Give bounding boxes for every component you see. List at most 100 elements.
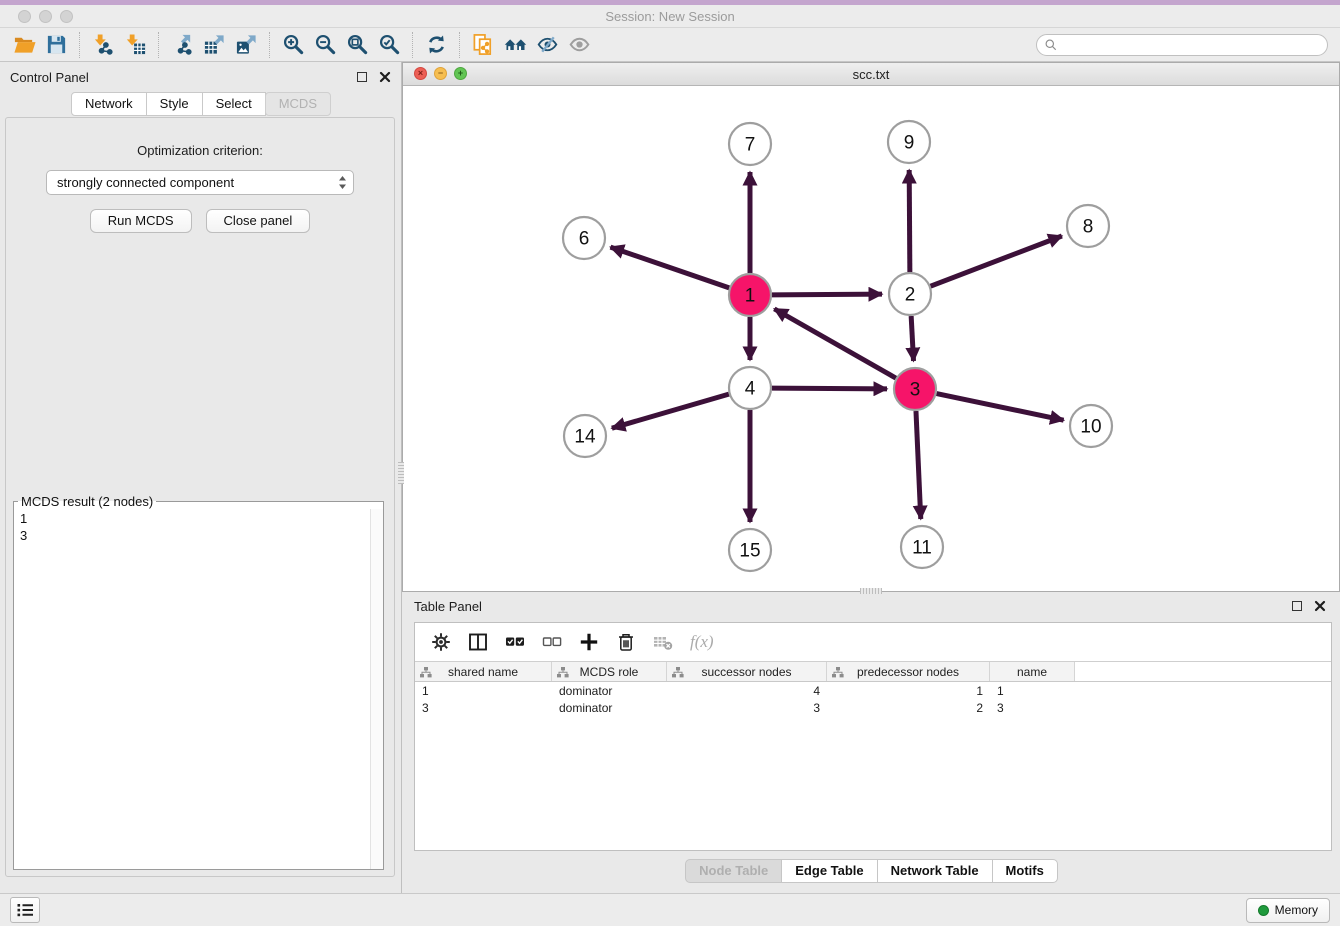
save-button[interactable] — [40, 31, 72, 59]
table-cell[interactable]: 2 — [827, 701, 990, 715]
table-tabs: Node TableEdge TableNetwork TableMotifs — [402, 859, 1340, 883]
gear-button[interactable] — [431, 630, 451, 654]
zoom-fit-button[interactable] — [341, 31, 373, 59]
export-image-button[interactable] — [230, 31, 262, 59]
edge-4-3[interactable] — [772, 388, 887, 389]
edge-1-2[interactable] — [772, 294, 882, 295]
node-2[interactable]: 2 — [889, 273, 931, 315]
column-header-MCDS-role[interactable]: MCDS role — [552, 662, 667, 681]
import-table-button[interactable] — [119, 31, 151, 59]
table-panel: Table Panel f(x) shared nameMCDS rolesuc… — [402, 592, 1340, 893]
maximize-window-button[interactable] — [60, 10, 73, 23]
edge-2-8[interactable] — [931, 236, 1062, 286]
control-panel: Control Panel NetworkStyleSelectMCDS Opt… — [0, 62, 402, 893]
svg-text:8: 8 — [1083, 217, 1094, 238]
table-cell[interactable]: 1 — [415, 684, 552, 698]
edge-2-9[interactable] — [909, 170, 910, 272]
table-row[interactable]: 1dominator411 — [415, 682, 1331, 699]
task-history-button[interactable] — [10, 897, 40, 923]
table-cell[interactable]: dominator — [552, 684, 667, 698]
node-9[interactable]: 9 — [888, 121, 930, 163]
node-1[interactable]: 1 — [729, 274, 771, 316]
refresh-button[interactable] — [420, 31, 452, 59]
tab-network-table[interactable]: Network Table — [877, 859, 993, 883]
network-maximize-button[interactable]: + — [454, 67, 467, 80]
edge-3-1[interactable] — [774, 309, 896, 378]
edge-3-11[interactable] — [916, 411, 921, 519]
tab-style[interactable]: Style — [146, 92, 203, 116]
import-network-button[interactable] — [87, 31, 119, 59]
edge-2-3[interactable] — [911, 316, 913, 361]
table-cell[interactable]: 1 — [990, 684, 1075, 698]
export-network-button[interactable] — [166, 31, 198, 59]
table-cell[interactable]: 3 — [990, 701, 1075, 715]
table-cell[interactable]: dominator — [552, 701, 667, 715]
node-4[interactable]: 4 — [729, 367, 771, 409]
tab-network[interactable]: Network — [71, 92, 147, 116]
tab-node-table[interactable]: Node Table — [685, 859, 782, 883]
network-close-button[interactable]: × — [414, 67, 427, 80]
node-14[interactable]: 14 — [564, 415, 606, 457]
search-input[interactable] — [1036, 34, 1328, 56]
zoom-in-button[interactable] — [277, 31, 309, 59]
close-window-button[interactable] — [18, 10, 31, 23]
node-6[interactable]: 6 — [563, 217, 605, 259]
table-cell[interactable]: 4 — [667, 684, 827, 698]
hide-network-button[interactable] — [531, 31, 563, 59]
split-divider-vertical[interactable] — [398, 462, 404, 484]
close-panel-button[interactable]: Close panel — [206, 209, 311, 233]
show-network-button[interactable] — [563, 31, 595, 59]
run-mcds-button[interactable]: Run MCDS — [90, 209, 192, 233]
zoom-selected-button[interactable] — [373, 31, 405, 59]
network-minimize-button[interactable]: − — [434, 67, 447, 80]
homes-button[interactable] — [499, 31, 531, 59]
delete-table-button[interactable] — [653, 630, 673, 654]
node-3[interactable]: 3 — [894, 368, 936, 410]
criterion-select[interactable]: strongly connected component — [46, 170, 354, 195]
list-icon — [15, 900, 35, 920]
tab-select[interactable]: Select — [202, 92, 266, 116]
close-panel-icon[interactable] — [379, 71, 391, 83]
memory-button[interactable]: Memory — [1246, 898, 1330, 923]
tab-motifs[interactable]: Motifs — [992, 859, 1058, 883]
table-cell[interactable]: 1 — [827, 684, 990, 698]
edge-3-10[interactable] — [937, 394, 1064, 421]
zoom-out-button[interactable] — [309, 31, 341, 59]
open-folder-button[interactable] — [8, 31, 40, 59]
float-panel-icon[interactable] — [357, 72, 367, 82]
float-table-panel-icon[interactable] — [1292, 601, 1302, 611]
node-10[interactable]: 10 — [1070, 405, 1112, 447]
edge-4-14[interactable] — [612, 394, 729, 428]
minimize-window-button[interactable] — [39, 10, 52, 23]
node-15[interactable]: 15 — [729, 529, 771, 571]
node-7[interactable]: 7 — [729, 123, 771, 165]
select-all-button[interactable] — [505, 630, 525, 654]
edge-1-6[interactable] — [610, 247, 729, 288]
split-divider-horizontal[interactable] — [860, 588, 882, 594]
node-8[interactable]: 8 — [1067, 205, 1109, 247]
tab-edge-table[interactable]: Edge Table — [781, 859, 877, 883]
toolbar-separator — [459, 32, 460, 58]
network-canvas[interactable]: 7 9 6 8 1 2 4 3 14 10 15 11 — [403, 86, 1339, 591]
result-scrollbar[interactable] — [370, 509, 383, 869]
column-header-name[interactable]: name — [990, 662, 1075, 681]
svg-text:15: 15 — [739, 541, 760, 562]
table-row[interactable]: 3dominator323 — [415, 699, 1331, 716]
column-header-shared-name[interactable]: shared name — [415, 662, 552, 681]
network-file-button[interactable] — [467, 31, 499, 59]
column-header-predecessor-nodes[interactable]: predecessor nodes — [827, 662, 990, 681]
add-button[interactable] — [579, 630, 599, 654]
hide-network-icon — [536, 33, 559, 56]
table-cell[interactable]: 3 — [415, 701, 552, 715]
split-view-button[interactable] — [468, 630, 488, 654]
tab-mcds[interactable]: MCDS — [265, 92, 331, 116]
export-table-button[interactable] — [198, 31, 230, 59]
column-header-successor-nodes[interactable]: successor nodes — [667, 662, 827, 681]
fx-button[interactable]: f(x) — [690, 630, 714, 654]
node-11[interactable]: 11 — [901, 526, 943, 568]
export-table-icon — [203, 33, 226, 56]
close-table-panel-icon[interactable] — [1314, 600, 1326, 612]
table-cell[interactable]: 3 — [667, 701, 827, 715]
deselect-all-button[interactable] — [542, 630, 562, 654]
trash-button[interactable] — [616, 630, 636, 654]
